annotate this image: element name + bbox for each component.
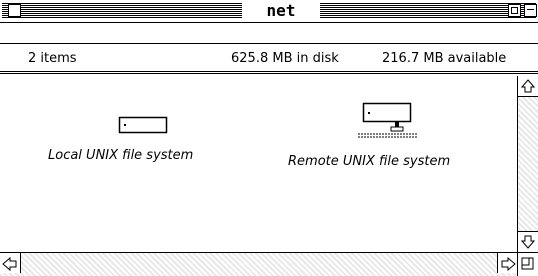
zoom-box-icon[interactable] <box>508 4 521 17</box>
network-drive-icon[interactable] <box>358 102 418 144</box>
collapse-box-icon[interactable] <box>524 4 537 17</box>
up-arrow-icon[interactable] <box>518 76 538 97</box>
down-arrow-icon[interactable] <box>518 231 538 252</box>
finder-window: net 2 items 625.8 MB in disk 216.7 MB av… <box>0 0 538 276</box>
vertical-scrollbar[interactable] <box>517 76 538 252</box>
title-bar[interactable]: net <box>0 0 538 23</box>
drive-icon[interactable] <box>118 116 168 134</box>
left-arrow-icon[interactable] <box>0 253 21 273</box>
window-title: net <box>242 0 320 22</box>
title-stripes-right <box>320 3 536 18</box>
grow-box-icon[interactable] <box>517 252 538 276</box>
file-label-local[interactable]: Local UNIX file system <box>48 148 193 163</box>
disk-usage: 625.8 MB in disk <box>231 51 339 66</box>
file-label-remote[interactable]: Remote UNIX file system <box>288 154 450 169</box>
item-count: 2 items <box>28 51 77 66</box>
close-box-icon[interactable] <box>8 4 21 17</box>
available-space: 216.7 MB available <box>382 51 507 66</box>
horizontal-scrollbar[interactable] <box>0 252 518 276</box>
title-stripes-left <box>2 3 242 18</box>
right-arrow-icon[interactable] <box>497 253 518 273</box>
window-content: Local UNIX file system Remote UNIX file … <box>0 76 518 252</box>
window-info-header: 2 items 625.8 MB in disk 216.7 MB availa… <box>0 43 538 74</box>
